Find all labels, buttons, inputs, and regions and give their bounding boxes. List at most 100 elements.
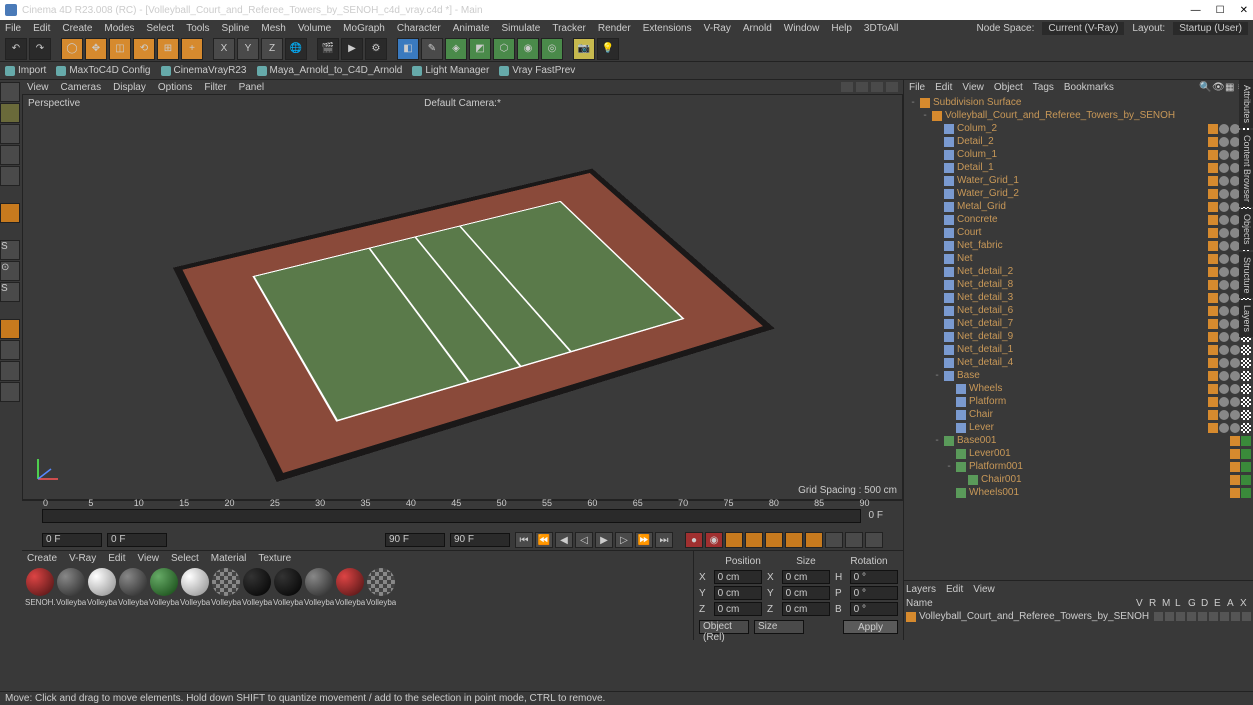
vpmenu-options[interactable]: Options: [158, 82, 192, 93]
key-opt3-button[interactable]: [865, 532, 883, 548]
menu-window[interactable]: Window: [784, 23, 820, 34]
cube-button[interactable]: ◧: [397, 38, 419, 60]
vp-nav2-button[interactable]: [856, 82, 868, 92]
material-item-0[interactable]: SENOH.: [25, 568, 55, 637]
key-scale-button[interactable]: [745, 532, 763, 548]
rpmenu-bookmarks[interactable]: Bookmarks: [1064, 82, 1114, 93]
layer-name[interactable]: Volleyball_Court_and_Referee_Towers_by_S…: [919, 611, 1151, 622]
tree-detail_2[interactable]: Detail_2: [906, 135, 1251, 148]
vp-nav4-button[interactable]: [886, 82, 898, 92]
record-button[interactable]: ●: [685, 532, 703, 548]
menu-spline[interactable]: Spline: [222, 23, 250, 34]
prev-frame-button[interactable]: ◀: [555, 532, 573, 548]
plugin-cinemavrayr23[interactable]: CinemaVrayR23: [161, 65, 247, 76]
render-view-button[interactable]: 🎬: [317, 38, 339, 60]
layout-select[interactable]: Startup (User): [1173, 22, 1248, 35]
material-item-11[interactable]: Volleyba: [366, 568, 396, 637]
matmenu-view[interactable]: View: [137, 553, 159, 564]
tree-net_detail_8[interactable]: Net_detail_8: [906, 278, 1251, 291]
vp-nav3-button[interactable]: [871, 82, 883, 92]
lpmenu-edit[interactable]: Edit: [946, 584, 963, 595]
workplane-button[interactable]: [0, 124, 20, 144]
tree-subdivision-surface[interactable]: -Subdivision Surface: [906, 96, 1251, 109]
viewport[interactable]: Perspective Default Camera:* Grid Spacin…: [22, 94, 903, 500]
tree-chair001[interactable]: Chair001: [906, 473, 1251, 486]
material-item-7[interactable]: Volleyba: [242, 568, 272, 637]
undo-button[interactable]: ↶: [5, 38, 27, 60]
menu-v-ray[interactable]: V-Ray: [704, 23, 731, 34]
tree-net_detail_1[interactable]: Net_detail_1: [906, 343, 1251, 356]
rtab-attributes[interactable]: Attributes: [1239, 80, 1253, 128]
tree-volleyball_court_and_referee_towers_by_senoh[interactable]: -Volleyball_Court_and_Referee_Towers_by_…: [906, 109, 1251, 122]
rpmenu-tags[interactable]: Tags: [1033, 82, 1054, 93]
render-pv-button[interactable]: ▶: [341, 38, 363, 60]
end2-frame-input[interactable]: 90 F: [450, 533, 510, 547]
deformer-button[interactable]: ⬡: [493, 38, 515, 60]
subdivision-button[interactable]: ◈: [445, 38, 467, 60]
key-pla-button[interactable]: [805, 532, 823, 548]
layer-toggle-0[interactable]: [1154, 612, 1163, 621]
layer-toggle-7[interactable]: [1231, 612, 1240, 621]
play-back-button[interactable]: ◁: [575, 532, 593, 548]
tree-metal_grid[interactable]: Metal_Grid: [906, 200, 1251, 213]
material-item-1[interactable]: Volleyba: [56, 568, 86, 637]
tree-water_grid_2[interactable]: Water_Grid_2: [906, 187, 1251, 200]
tree-net[interactable]: Net: [906, 252, 1251, 265]
light-button[interactable]: 💡: [597, 38, 619, 60]
model-mode-button[interactable]: [0, 82, 20, 102]
axis-y-button[interactable]: Y: [237, 38, 259, 60]
tree-wheels001[interactable]: Wheels001: [906, 486, 1251, 499]
menu-tools[interactable]: Tools: [186, 23, 209, 34]
edge-mode-button[interactable]: [0, 145, 20, 165]
end-frame-input[interactable]: 90 F: [385, 533, 445, 547]
menu-simulate[interactable]: Simulate: [501, 23, 540, 34]
poly-mode-button[interactable]: [0, 166, 20, 186]
key-rot-button[interactable]: [765, 532, 783, 548]
vpmenu-cameras[interactable]: Cameras: [61, 82, 102, 93]
next-key-button[interactable]: ⏩: [635, 532, 653, 548]
key-pos-button[interactable]: [725, 532, 743, 548]
om-eye-icon[interactable]: 👁: [1212, 82, 1222, 92]
key-param-button[interactable]: [785, 532, 803, 548]
close-button[interactable]: ✕: [1240, 5, 1248, 16]
menu-3dtoall[interactable]: 3DToAll: [864, 23, 898, 34]
prev-key-button[interactable]: ⏪: [535, 532, 553, 548]
tree-lever001[interactable]: Lever001: [906, 447, 1251, 460]
tree-net_detail_3[interactable]: Net_detail_3: [906, 291, 1251, 304]
matmenu-v-ray[interactable]: V-Ray: [69, 553, 96, 564]
tree-net_detail_2[interactable]: Net_detail_2: [906, 265, 1251, 278]
tree-platform[interactable]: Platform: [906, 395, 1251, 408]
layer-toggle-2[interactable]: [1176, 612, 1185, 621]
material-item-6[interactable]: Volleyba: [211, 568, 241, 637]
spline-button[interactable]: ✎: [421, 38, 443, 60]
live-select-button[interactable]: ◯: [61, 38, 83, 60]
tree-water_grid_1[interactable]: Water_Grid_1: [906, 174, 1251, 187]
place-button[interactable]: +: [181, 38, 203, 60]
vpmenu-panel[interactable]: Panel: [239, 82, 265, 93]
tree-colum_1[interactable]: Colum_1: [906, 148, 1251, 161]
tree-chair[interactable]: Chair: [906, 408, 1251, 421]
snap2-button[interactable]: ⊙: [0, 261, 20, 281]
vp-nav1-button[interactable]: [841, 82, 853, 92]
menu-modes[interactable]: Modes: [104, 23, 134, 34]
goto-end-button[interactable]: ⏭: [655, 532, 673, 548]
plugin-light-manager[interactable]: Light Manager: [412, 65, 489, 76]
render-settings-button[interactable]: ⚙: [365, 38, 387, 60]
snap3-button[interactable]: S: [0, 282, 20, 302]
vpmenu-filter[interactable]: Filter: [204, 82, 226, 93]
generator-button[interactable]: ◩: [469, 38, 491, 60]
tree-net_detail_7[interactable]: Net_detail_7: [906, 317, 1251, 330]
locked-workplane-button[interactable]: [0, 319, 20, 339]
rpmenu-object[interactable]: Object: [994, 82, 1023, 93]
material-item-3[interactable]: Volleyba: [118, 568, 148, 637]
matmenu-material[interactable]: Material: [211, 553, 247, 564]
menu-mesh[interactable]: Mesh: [261, 23, 285, 34]
material-item-8[interactable]: Volleyba: [273, 568, 303, 637]
menu-volume[interactable]: Volume: [298, 23, 331, 34]
plugin-import[interactable]: Import: [5, 65, 46, 76]
material-item-4[interactable]: Volleyba: [149, 568, 179, 637]
plugin-maya_arnold_to_c4d_arnold[interactable]: Maya_Arnold_to_C4D_Arnold: [257, 65, 403, 76]
redo-button[interactable]: ↷: [29, 38, 51, 60]
layer-toggle-8[interactable]: [1242, 612, 1251, 621]
menu-edit[interactable]: Edit: [33, 23, 50, 34]
